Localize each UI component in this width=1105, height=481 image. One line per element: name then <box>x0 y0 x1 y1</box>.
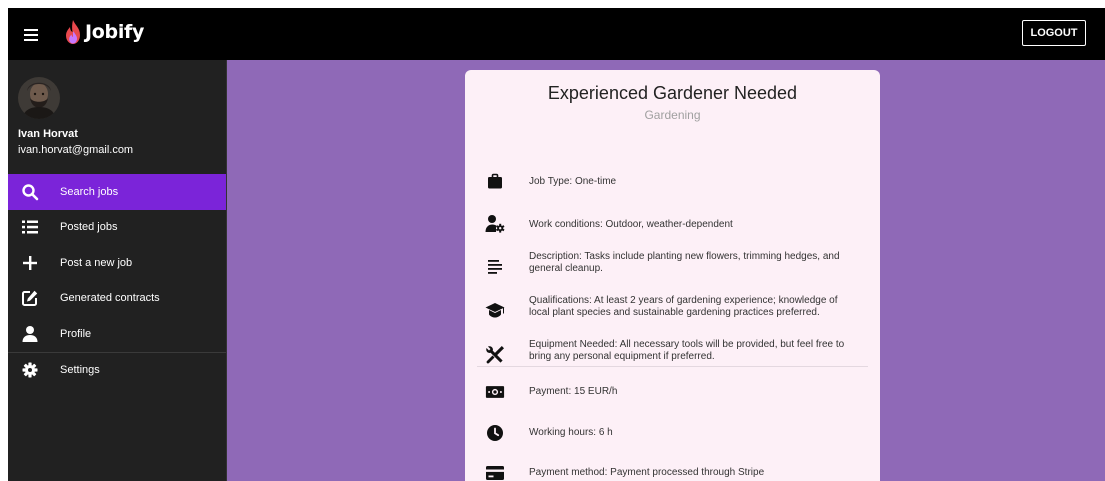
job-title: Experienced Gardener Needed <box>547 83 798 103</box>
person-icon <box>21 325 39 343</box>
user-name: Ivan Horvat <box>18 128 78 140</box>
app-logo[interactable]: Jobify <box>63 17 144 47</box>
user-email: ivan.horvat@gmail.com <box>18 144 134 156</box>
sidebar-item-label: Profile <box>60 327 92 340</box>
gear-icon <box>21 361 39 379</box>
sidebar-item-generated-contracts[interactable]: Generated contracts <box>8 281 226 317</box>
flame-icon <box>66 20 80 44</box>
menu-icon[interactable] <box>22 25 42 45</box>
sidebar-item-label: Post a new job <box>60 256 133 269</box>
edit-icon <box>21 289 39 307</box>
detail-text: Qualifications: At least 2 years of gard… <box>529 295 838 318</box>
app-window: Jobify LOGOUT Ivan Horvat ivan.horvat@gm… <box>8 8 1105 481</box>
detail-text: Description: Tasks include planting new … <box>529 251 840 274</box>
credit-card-icon <box>485 463 505 481</box>
plus-icon <box>21 254 39 272</box>
tools-icon <box>485 345 505 365</box>
graduation-cap-icon <box>485 300 505 320</box>
sidebar: Ivan Horvat ivan.horvat@gmail.com Search… <box>8 60 227 481</box>
sidebar-item-search-jobs[interactable]: Search jobs <box>8 174 226 210</box>
top-app-bar: Jobify LOGOUT <box>8 8 1105 60</box>
job-category: Gardening <box>644 108 701 122</box>
sidebar-item-settings[interactable]: Settings <box>8 353 226 389</box>
money-icon <box>485 382 505 402</box>
sidebar-item-label: Generated contracts <box>60 292 160 305</box>
person-gear-icon <box>485 214 505 234</box>
user-profile-panel: Ivan Horvat ivan.horvat@gmail.com <box>8 60 226 175</box>
sidebar-nav: Search jobs Posted jobs Post a new job G… <box>8 174 226 388</box>
subject-icon <box>485 256 505 276</box>
avatar[interactable] <box>18 77 60 119</box>
detail-text: Payment: 15 EUR/h <box>529 386 618 397</box>
card-divider <box>477 366 868 367</box>
list-icon <box>21 218 39 236</box>
sidebar-item-post-new-job[interactable]: Post a new job <box>8 245 226 281</box>
sidebar-item-profile[interactable]: Profile <box>8 316 226 352</box>
clock-icon <box>485 423 505 443</box>
briefcase-icon <box>485 172 505 192</box>
sidebar-item-label: Search jobs <box>60 185 119 198</box>
sidebar-item-posted-jobs[interactable]: Posted jobs <box>8 210 226 246</box>
detail-text: Job Type: One-time <box>529 176 617 187</box>
detail-text: Work conditions: Outdoor, weather-depend… <box>529 219 733 230</box>
search-icon <box>21 183 39 201</box>
logout-button[interactable]: LOGOUT <box>1022 20 1086 46</box>
app-logo-text: Jobify <box>85 21 145 43</box>
detail-text: Equipment Needed: All necessary tools wi… <box>529 339 845 362</box>
sidebar-item-label: Settings <box>60 364 100 377</box>
job-details-card: Experienced Gardener Needed Gardening Jo… <box>465 70 880 481</box>
detail-text: Payment method: Payment processed throug… <box>529 467 765 478</box>
main-content: Experienced Gardener Needed Gardening Jo… <box>227 60 1105 481</box>
sidebar-item-label: Posted jobs <box>60 221 118 234</box>
detail-text: Working hours: 6 h <box>529 427 613 438</box>
